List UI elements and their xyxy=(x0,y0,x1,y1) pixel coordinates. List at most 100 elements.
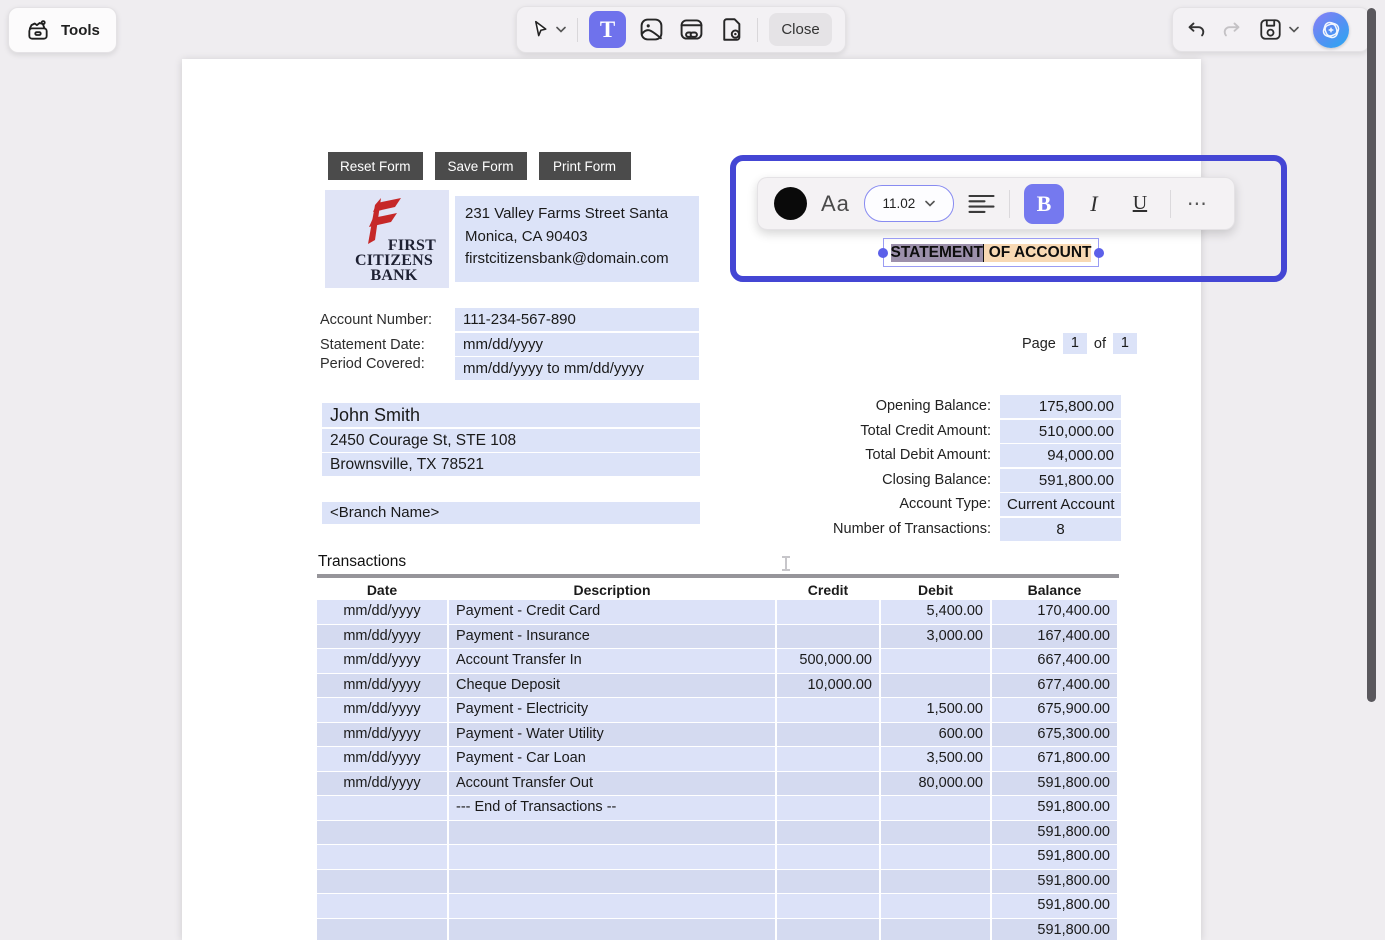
text-color-swatch[interactable] xyxy=(774,187,807,220)
table-cell-field[interactable]: mm/dd/yyyy xyxy=(317,698,447,722)
table-cell-field[interactable]: 591,800.00 xyxy=(992,796,1117,820)
table-cell-field[interactable]: Payment - Electricity xyxy=(449,698,775,722)
table-cell-field[interactable] xyxy=(881,870,990,894)
period-covered-field[interactable]: mm/dd/yyyy to mm/dd/yyyy xyxy=(455,357,699,380)
underline-button[interactable]: U xyxy=(1124,184,1156,224)
table-cell-field[interactable] xyxy=(449,919,775,940)
table-cell-field[interactable]: Payment - Credit Card xyxy=(449,600,775,624)
table-cell-field[interactable]: 675,900.00 xyxy=(992,698,1117,722)
table-cell-field[interactable]: --- End of Transactions -- xyxy=(449,796,775,820)
table-cell-field[interactable]: mm/dd/yyyy xyxy=(317,674,447,698)
select-tool-button[interactable] xyxy=(530,19,566,40)
save-button[interactable] xyxy=(1257,16,1299,43)
table-cell-field[interactable] xyxy=(881,845,990,869)
table-cell-field[interactable]: 80,000.00 xyxy=(881,772,990,796)
table-cell-field[interactable] xyxy=(317,796,447,820)
table-cell-field[interactable]: mm/dd/yyyy xyxy=(317,649,447,673)
tools-button[interactable]: Tools xyxy=(8,7,117,53)
table-cell-field[interactable]: mm/dd/yyyy xyxy=(317,600,447,624)
summary-value-field[interactable]: 175,800.00 xyxy=(1000,395,1121,418)
table-cell-field[interactable] xyxy=(777,772,879,796)
more-options-button[interactable]: ⋯ xyxy=(1185,191,1209,216)
table-cell-field[interactable]: 591,800.00 xyxy=(992,919,1117,940)
redo-button[interactable] xyxy=(1221,19,1243,41)
resize-handle-left[interactable] xyxy=(878,248,888,258)
table-cell-field[interactable] xyxy=(881,894,990,918)
table-cell-field[interactable] xyxy=(881,919,990,940)
table-cell-field[interactable]: mm/dd/yyyy xyxy=(317,625,447,649)
table-cell-field[interactable] xyxy=(777,698,879,722)
table-cell-field[interactable]: 591,800.00 xyxy=(992,870,1117,894)
table-cell-field[interactable]: 671,800.00 xyxy=(992,747,1117,771)
table-cell-field[interactable] xyxy=(881,674,990,698)
table-cell-field[interactable]: Account Transfer In xyxy=(449,649,775,673)
page-location-tool-button[interactable] xyxy=(717,15,746,44)
vertical-scrollbar[interactable] xyxy=(1367,8,1376,702)
font-size-select[interactable]: 11.02 xyxy=(864,185,954,222)
table-cell-field[interactable] xyxy=(317,845,447,869)
table-cell-field[interactable]: 591,800.00 xyxy=(992,772,1117,796)
table-cell-field[interactable]: 667,400.00 xyxy=(992,649,1117,673)
close-button[interactable]: Close xyxy=(769,13,832,46)
table-cell-field[interactable]: Payment - Insurance xyxy=(449,625,775,649)
table-cell-field[interactable]: Account Transfer Out xyxy=(449,772,775,796)
table-cell-field[interactable] xyxy=(777,894,879,918)
resize-handle-right[interactable] xyxy=(1094,248,1104,258)
table-cell-field[interactable] xyxy=(777,600,879,624)
image-tool-button[interactable] xyxy=(637,15,666,44)
table-cell-field[interactable] xyxy=(881,649,990,673)
table-cell-field[interactable]: 170,400.00 xyxy=(992,600,1117,624)
summary-value-field[interactable]: Current Account xyxy=(1000,493,1121,516)
table-cell-field[interactable] xyxy=(317,870,447,894)
table-cell-field[interactable]: Cheque Deposit xyxy=(449,674,775,698)
table-cell-field[interactable] xyxy=(449,870,775,894)
table-cell-field[interactable] xyxy=(777,845,879,869)
bank-address-field[interactable]: 231 Valley Farms Street Santa Monica, CA… xyxy=(455,196,699,282)
italic-button[interactable]: I xyxy=(1078,184,1110,224)
account-number-field[interactable]: 111-234-567-890 xyxy=(455,308,699,331)
table-cell-field[interactable] xyxy=(881,796,990,820)
table-cell-field[interactable]: 677,400.00 xyxy=(992,674,1117,698)
statement-date-field[interactable]: mm/dd/yyyy xyxy=(455,333,699,356)
summary-value-field[interactable]: 591,800.00 xyxy=(1000,469,1121,492)
table-cell-field[interactable] xyxy=(777,919,879,940)
table-cell-field[interactable]: 500,000.00 xyxy=(777,649,879,673)
table-cell-field[interactable] xyxy=(777,870,879,894)
ai-assistant-button[interactable] xyxy=(1313,12,1349,48)
table-cell-field[interactable] xyxy=(777,625,879,649)
page-total-field[interactable]: 1 xyxy=(1113,333,1137,354)
table-cell-field[interactable] xyxy=(777,796,879,820)
text-tool-button[interactable]: T xyxy=(589,11,626,48)
table-cell-field[interactable]: mm/dd/yyyy xyxy=(317,723,447,747)
page-current-field[interactable]: 1 xyxy=(1063,333,1087,354)
table-cell-field[interactable]: mm/dd/yyyy xyxy=(317,772,447,796)
align-button[interactable] xyxy=(968,193,995,215)
summary-value-field[interactable]: 94,000.00 xyxy=(1000,444,1121,467)
table-cell-field[interactable]: Payment - Water Utility xyxy=(449,723,775,747)
table-cell-field[interactable]: 5,400.00 xyxy=(881,600,990,624)
table-cell-field[interactable]: 10,000.00 xyxy=(777,674,879,698)
table-cell-field[interactable] xyxy=(449,845,775,869)
undo-button[interactable] xyxy=(1185,19,1207,41)
reset-form-button[interactable]: Reset Form xyxy=(328,152,423,180)
table-cell-field[interactable]: 675,300.00 xyxy=(992,723,1117,747)
table-cell-field[interactable]: 1,500.00 xyxy=(881,698,990,722)
table-cell-field[interactable] xyxy=(317,821,447,845)
link-tool-button[interactable] xyxy=(677,15,706,44)
table-cell-field[interactable] xyxy=(777,821,879,845)
table-cell-field[interactable]: Payment - Car Loan xyxy=(449,747,775,771)
table-cell-field[interactable] xyxy=(317,894,447,918)
table-cell-field[interactable]: 167,400.00 xyxy=(992,625,1117,649)
summary-value-field[interactable]: 510,000.00 xyxy=(1000,420,1121,443)
table-cell-field[interactable]: mm/dd/yyyy xyxy=(317,747,447,771)
table-cell-field[interactable]: 591,800.00 xyxy=(992,845,1117,869)
table-cell-field[interactable]: 3,500.00 xyxy=(881,747,990,771)
save-form-button[interactable]: Save Form xyxy=(435,152,527,180)
table-cell-field[interactable] xyxy=(777,747,879,771)
bold-button[interactable]: B xyxy=(1024,184,1064,224)
table-cell-field[interactable]: 600.00 xyxy=(881,723,990,747)
table-cell-field[interactable] xyxy=(317,919,447,940)
table-cell-field[interactable] xyxy=(777,723,879,747)
print-form-button[interactable]: Print Form xyxy=(539,152,631,180)
table-cell-field[interactable] xyxy=(449,821,775,845)
